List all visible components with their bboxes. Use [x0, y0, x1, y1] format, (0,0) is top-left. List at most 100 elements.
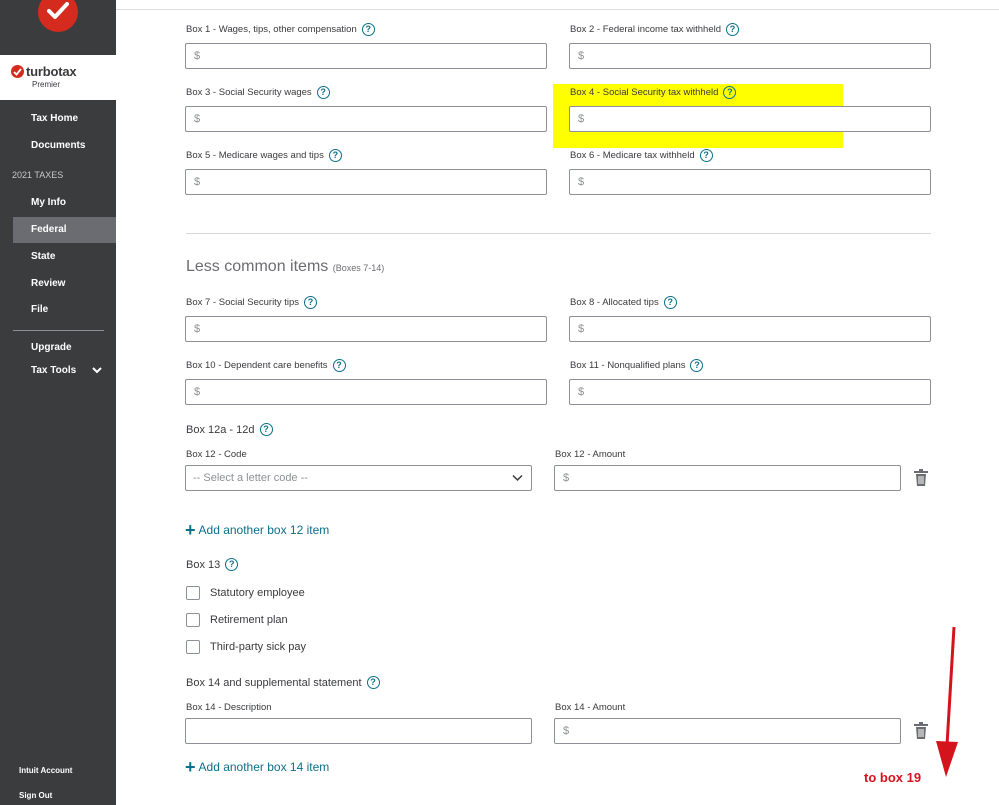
box7-input[interactable]: $	[185, 316, 547, 342]
help-icon[interactable]: ?	[663, 296, 677, 309]
checkbox-retirement-plan[interactable]: Retirement plan	[186, 613, 288, 627]
nav-documents[interactable]: Documents	[13, 133, 116, 159]
box4-label: Box 4 - Social Security tax withheld?	[570, 86, 737, 99]
box14-group-label-text: Box 14 and supplemental statement	[186, 676, 362, 689]
help-icon[interactable]: ?	[361, 23, 375, 36]
box8-label: Box 8 - Allocated tips?	[570, 296, 677, 309]
nav-tax-home[interactable]: Tax Home	[13, 106, 116, 132]
brand-logo: turbotax Premier	[0, 55, 116, 100]
nav-tax-tools[interactable]: Tax Tools	[13, 358, 116, 384]
box1-label-text: Box 1 - Wages, tips, other compensation	[186, 24, 357, 35]
box11-input[interactable]: $	[569, 379, 931, 405]
help-icon[interactable]: ?	[366, 676, 380, 689]
section-heading-2021-taxes: 2021 TAXES	[12, 170, 64, 180]
nav-review[interactable]: Review	[13, 271, 116, 297]
top-divider	[116, 9, 999, 10]
help-icon[interactable]: ?	[328, 149, 342, 162]
brand-name: turbotax	[26, 64, 77, 79]
box11-label: Box 11 - Nonqualified plans?	[570, 359, 704, 372]
box8-input[interactable]: $	[569, 316, 931, 342]
box2-label-text: Box 2 - Federal income tax withheld	[570, 24, 722, 35]
checkbox-box[interactable]	[186, 640, 200, 654]
help-icon[interactable]: ?	[690, 359, 704, 372]
less-common-subtitle: (Boxes 7-14)	[332, 263, 385, 273]
box12-code-select[interactable]: -- Select a letter code --	[185, 465, 532, 491]
box10-label-text: Box 10 - Dependent care benefits	[186, 360, 328, 371]
less-common-title-text: Less common items	[186, 258, 329, 275]
checkbox-third-party-sick-pay[interactable]: Third-party sick pay	[186, 640, 306, 654]
turbotax-check-icon[interactable]	[38, 0, 78, 32]
box7-label: Box 7 - Social Security tips?	[186, 296, 317, 309]
box2-input[interactable]: $	[569, 43, 931, 69]
sign-out-link[interactable]: Sign Out	[19, 791, 52, 800]
box14-amount-input[interactable]: $	[554, 718, 901, 744]
box12-group-label: Box 12a - 12d?	[186, 423, 273, 436]
less-common-title: Less common items (Boxes 7-14)	[186, 258, 384, 276]
box3-label-text: Box 3 - Social Security wages	[186, 87, 312, 98]
plus-icon: +	[185, 520, 196, 540]
checkbox-statutory-employee[interactable]: Statutory employee	[186, 586, 305, 600]
box13-group-label: Box 13?	[186, 558, 239, 571]
box14-group-label: Box 14 and supplemental statement?	[186, 676, 380, 689]
section-divider	[186, 233, 931, 234]
box12-code-value: -- Select a letter code --	[193, 472, 308, 484]
checkbox-label: Retirement plan	[210, 614, 288, 626]
box14-description-input[interactable]	[185, 718, 532, 744]
nav-file[interactable]: File	[13, 297, 116, 323]
help-icon[interactable]: ?	[726, 23, 740, 36]
box1-label: Box 1 - Wages, tips, other compensation?	[186, 23, 375, 36]
brand-edition: Premier	[32, 80, 61, 89]
plus-icon: +	[185, 757, 196, 777]
box8-label-text: Box 8 - Allocated tips	[570, 297, 659, 308]
add-box12-label: Add another box 12 item	[198, 523, 330, 537]
box5-label: Box 5 - Medicare wages and tips?	[186, 149, 342, 162]
help-icon[interactable]: ?	[225, 558, 239, 571]
checkbox-box[interactable]	[186, 586, 200, 600]
box1-input[interactable]: $	[185, 43, 547, 69]
help-icon[interactable]: ?	[699, 149, 713, 162]
help-icon[interactable]: ?	[723, 86, 737, 99]
nav-state[interactable]: State	[13, 244, 116, 270]
brand-check-icon	[11, 65, 24, 78]
help-icon[interactable]: ?	[332, 359, 346, 372]
box6-label: Box 6 - Medicare tax withheld?	[570, 149, 713, 162]
chevron-down-icon	[512, 474, 523, 482]
box12-code-label: Box 12 - Code	[186, 449, 247, 460]
trash-icon[interactable]	[914, 722, 928, 739]
box6-label-text: Box 6 - Medicare tax withheld	[570, 150, 695, 161]
chevron-down-icon	[92, 367, 102, 374]
box4-input[interactable]: $	[569, 106, 931, 132]
box12-amount-input[interactable]: $	[554, 465, 901, 491]
nav-federal[interactable]: Federal	[13, 217, 116, 243]
help-icon[interactable]: ?	[316, 86, 330, 99]
add-box12-item-link[interactable]: + Add another box 12 item	[185, 520, 330, 540]
box14-desc-label: Box 14 - Description	[186, 702, 272, 713]
box4-label-text: Box 4 - Social Security tax withheld	[570, 87, 719, 98]
nav-tax-tools-label: Tax Tools	[31, 365, 77, 376]
add-box14-item-link[interactable]: + Add another box 14 item	[185, 757, 330, 777]
intuit-account-link[interactable]: Intuit Account	[19, 766, 72, 775]
sidebar-logo-area	[0, 0, 116, 55]
nav-my-info[interactable]: My Info	[13, 190, 116, 216]
box10-label: Box 10 - Dependent care benefits?	[186, 359, 346, 372]
checkbox-label: Third-party sick pay	[210, 641, 306, 653]
main-content: Box 1 - Wages, tips, other compensation?…	[116, 0, 999, 805]
box3-input[interactable]: $	[185, 106, 547, 132]
box11-label-text: Box 11 - Nonqualified plans	[570, 360, 686, 371]
help-icon[interactable]: ?	[259, 423, 273, 436]
help-icon[interactable]: ?	[304, 296, 317, 309]
sidebar: turbotax Premier Tax Home Documents 2021…	[0, 0, 116, 805]
add-box14-label: Add another box 14 item	[198, 760, 330, 774]
box13-group-label-text: Box 13	[186, 558, 221, 571]
box12-group-label-text: Box 12a - 12d	[186, 423, 255, 436]
checkbox-box[interactable]	[186, 613, 200, 627]
trash-icon[interactable]	[914, 469, 928, 486]
box6-input[interactable]: $	[569, 169, 931, 195]
annotation-arrow-icon	[936, 626, 958, 777]
box12-amount-label: Box 12 - Amount	[555, 449, 626, 460]
box10-input[interactable]: $	[185, 379, 547, 405]
box5-label-text: Box 5 - Medicare wages and tips	[186, 150, 324, 161]
annotation-text: to box 19	[864, 770, 922, 785]
box3-label: Box 3 - Social Security wages?	[186, 86, 330, 99]
box5-input[interactable]: $	[185, 169, 547, 195]
